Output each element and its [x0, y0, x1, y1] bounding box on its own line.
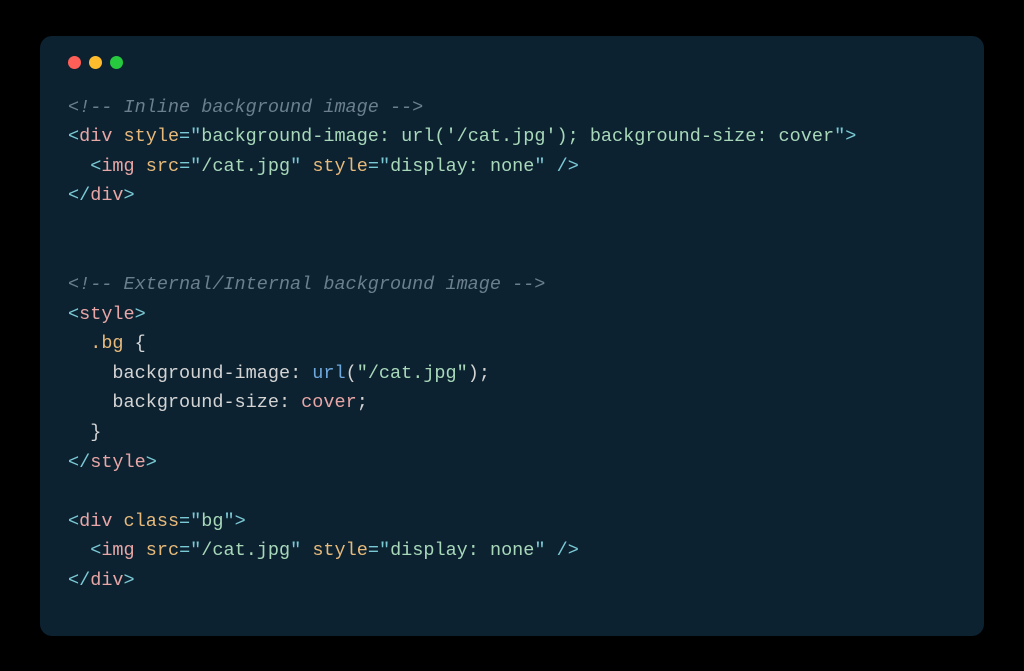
code-token: : [279, 392, 301, 413]
code-token: " [223, 511, 234, 532]
code-token: /cat.jpg [368, 363, 457, 384]
code-token: = [368, 156, 379, 177]
code-token: </ [68, 452, 90, 473]
code-token: img [101, 156, 134, 177]
code-token: div [79, 511, 112, 532]
code-token: " [190, 540, 201, 561]
code-token: style [90, 452, 146, 473]
code-token: " [290, 540, 301, 561]
code-token: : [290, 363, 312, 384]
code-window: <!-- Inline background image --> <div st… [40, 36, 984, 636]
code-comment: <!-- Inline background image --> [68, 97, 423, 118]
code-token: > [124, 570, 135, 591]
code-token: = [179, 156, 190, 177]
code-token: < [90, 156, 101, 177]
code-token: style [124, 126, 180, 147]
code-token: .bg [90, 333, 123, 354]
code-token: ( [346, 363, 357, 384]
code-token [68, 156, 90, 177]
code-token: style [312, 156, 368, 177]
code-token: /> [546, 540, 579, 561]
code-token: background-size [112, 392, 279, 413]
code-token: < [68, 511, 79, 532]
code-token: < [68, 304, 79, 325]
code-token: < [68, 126, 79, 147]
code-token: = [368, 540, 379, 561]
code-token: display: none [390, 156, 534, 177]
code-token: </ [68, 185, 90, 206]
code-token: src [146, 540, 179, 561]
code-token: = [179, 540, 190, 561]
code-token: " [290, 156, 301, 177]
code-block: <!-- Inline background image --> <div st… [68, 93, 956, 596]
code-token: src [146, 156, 179, 177]
code-token: ) [468, 363, 479, 384]
code-token: display: none [390, 540, 534, 561]
code-token: " [357, 363, 368, 384]
close-icon[interactable] [68, 56, 81, 69]
code-comment: <!-- External/Internal background image … [68, 274, 545, 295]
code-token: " [379, 156, 390, 177]
code-token: " [834, 126, 845, 147]
code-token: ; [479, 363, 490, 384]
code-token: = [179, 511, 190, 532]
code-token: /cat.jpg [201, 540, 290, 561]
minimize-icon[interactable] [89, 56, 102, 69]
code-token: div [90, 570, 123, 591]
code-token: > [146, 452, 157, 473]
code-token: background-image: url('/cat.jpg'); backg… [201, 126, 834, 147]
traffic-lights [68, 56, 956, 69]
code-token: url [312, 363, 345, 384]
code-token: img [101, 540, 134, 561]
code-token: ; [357, 392, 368, 413]
code-token: </ [68, 570, 90, 591]
code-token: " [190, 156, 201, 177]
code-token: /cat.jpg [201, 156, 290, 177]
code-token: > [124, 185, 135, 206]
code-token: bg [201, 511, 223, 532]
code-token: background-image [112, 363, 290, 384]
code-token [68, 422, 90, 443]
code-token: < [90, 540, 101, 561]
code-token: > [135, 304, 146, 325]
code-token: " [457, 363, 468, 384]
code-token: { [124, 333, 146, 354]
code-token: style [79, 304, 135, 325]
code-token: div [90, 185, 123, 206]
code-token [68, 392, 112, 413]
code-token: class [124, 511, 180, 532]
code-token: " [534, 540, 545, 561]
code-token: > [845, 126, 856, 147]
code-token: > [235, 511, 246, 532]
code-token: " [379, 540, 390, 561]
code-token: style [312, 540, 368, 561]
code-token [68, 540, 90, 561]
code-token: cover [301, 392, 357, 413]
code-token: /> [546, 156, 579, 177]
code-token: " [534, 156, 545, 177]
code-token: div [79, 126, 112, 147]
code-token: " [190, 126, 201, 147]
maximize-icon[interactable] [110, 56, 123, 69]
code-token: " [190, 511, 201, 532]
code-token [68, 363, 112, 384]
code-token [68, 333, 90, 354]
code-token: = [179, 126, 190, 147]
code-token: } [90, 422, 101, 443]
